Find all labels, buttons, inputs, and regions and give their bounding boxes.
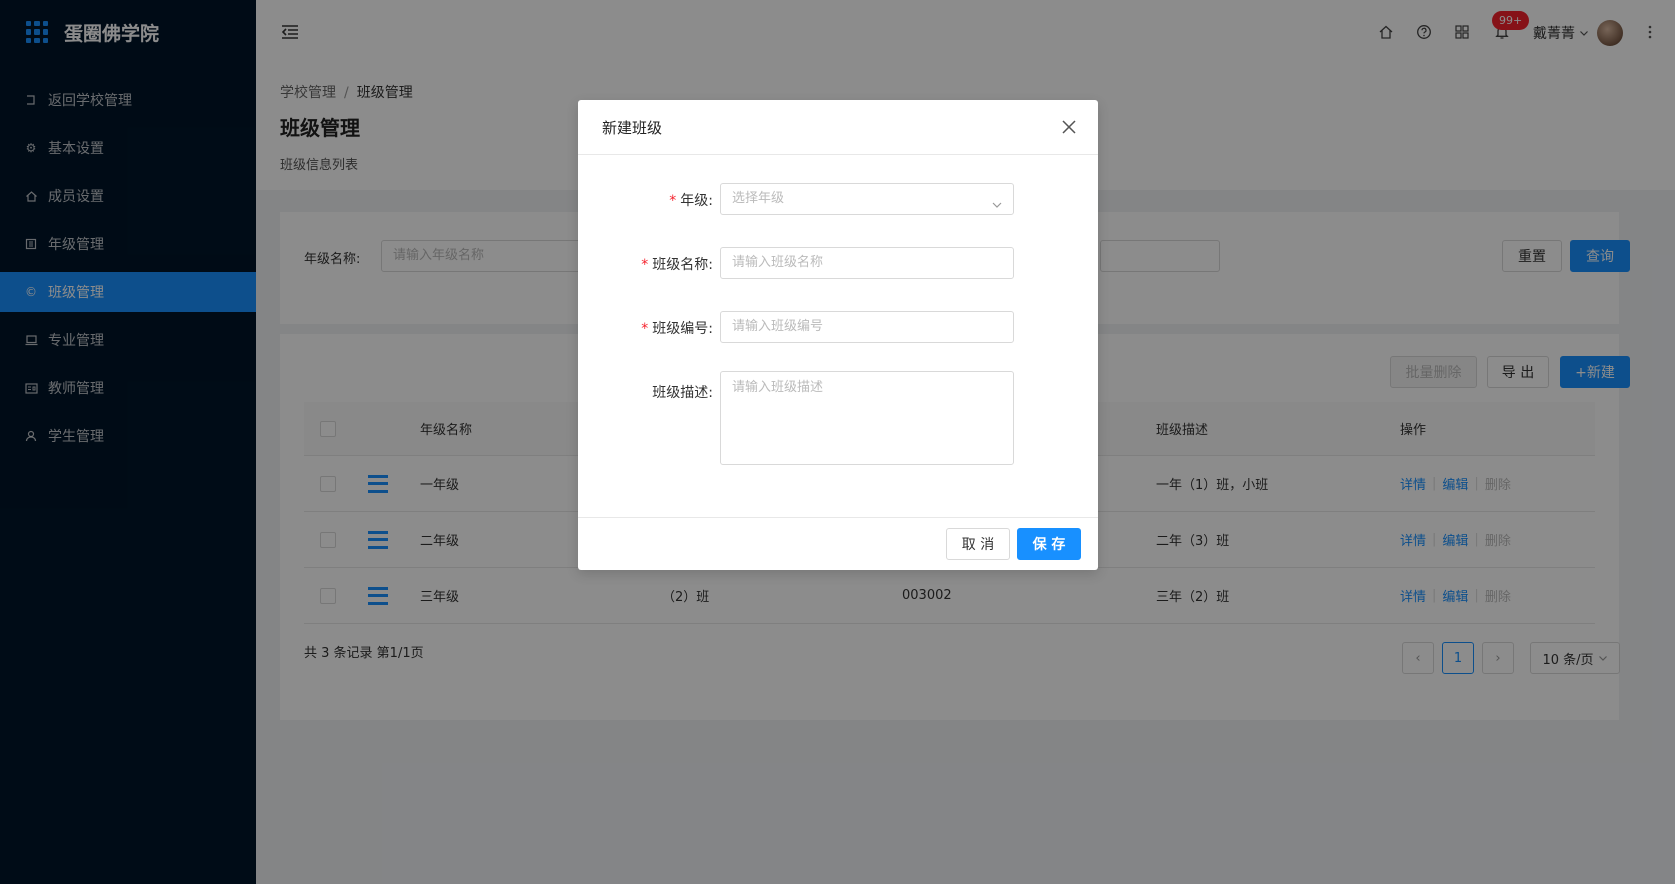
new-class-modal: 新建班级 * 年级: 选择年级 * 班级名称: 请输入班级名称 * 班级编号: 请输入…	[578, 100, 1098, 570]
form-row-class-name: * 班级名称: 请输入班级名称	[578, 247, 1098, 279]
class-name-label: * 班级名称:	[641, 257, 713, 273]
grade-select-placeholder: 选择年级	[732, 191, 785, 206]
modal-footer: 取 消 保 存	[578, 517, 1098, 570]
form-row-class-code: * 班级编号: 请输入班级编号	[578, 311, 1098, 343]
class-code-label: * 班级编号:	[641, 321, 713, 337]
form-row-grade: * 年级: 选择年级	[578, 183, 1098, 215]
chevron-down-icon	[991, 193, 1003, 208]
class-desc-label: 班级描述:	[652, 385, 713, 401]
grade-select[interactable]: 选择年级	[720, 183, 1014, 215]
grade-label: * 年级:	[669, 193, 713, 209]
modal-title: 新建班级	[578, 100, 1098, 155]
cancel-button[interactable]: 取 消	[946, 528, 1010, 560]
class-code-input[interactable]: 请输入班级编号	[720, 311, 1014, 343]
form-row-class-desc: 班级描述: 请输入班级描述	[578, 371, 1098, 465]
class-name-input[interactable]: 请输入班级名称	[720, 247, 1014, 279]
class-desc-textarea[interactable]: 请输入班级描述	[720, 371, 1014, 465]
save-button[interactable]: 保 存	[1017, 528, 1081, 560]
close-icon[interactable]	[1060, 118, 1078, 136]
